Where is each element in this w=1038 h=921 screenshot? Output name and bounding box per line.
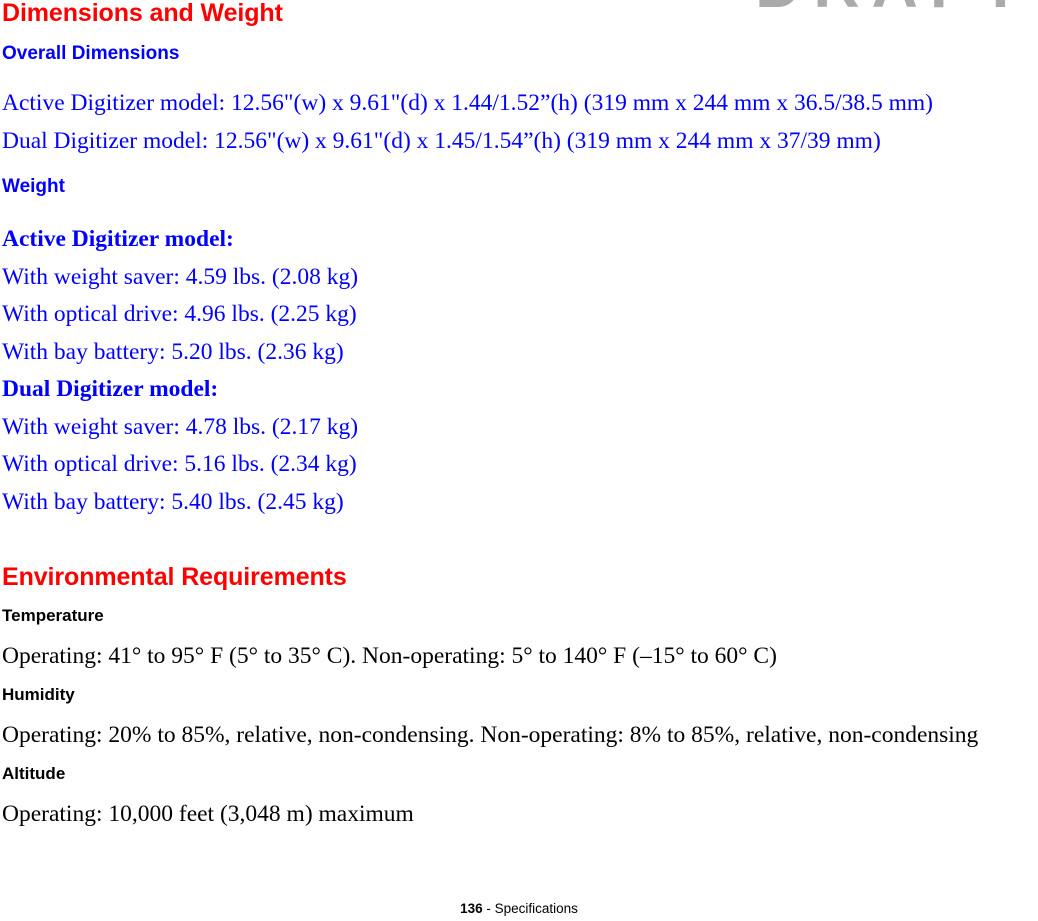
page-footer: 136 - Specifications: [0, 901, 1038, 917]
weight-line-dual-bay-battery: With bay battery: 5.40 lbs. (2.45 kg): [2, 488, 344, 515]
page-content: Dimensions and Weight Overall Dimensions…: [0, 0, 1038, 827]
document-page: DRAFT Dimensions and Weight Overall Dime…: [0, 0, 1038, 921]
footer-page-number: 136: [460, 901, 483, 916]
temperature-body: Operating: 41° to 95° F (5° to 35° C). N…: [2, 643, 777, 669]
weight-line-active-bay-battery: With bay battery: 5.20 lbs. (2.36 kg): [2, 338, 344, 365]
footer-separator: -: [482, 901, 495, 916]
subheading-temperature: Temperature: [2, 606, 104, 625]
overall-dimensions-line-dual: Dual Digitizer model: 12.56"(w) x 9.61"(…: [2, 127, 881, 154]
weight-line-active-weight-saver: With weight saver: 4.59 lbs. (2.08 kg): [2, 263, 359, 290]
subheading-overall-dimensions: Overall Dimensions: [2, 43, 180, 64]
section-title-environmental-requirements: Environmental Requirements: [2, 563, 347, 591]
altitude-body: Operating: 10,000 feet (3,048 m) maximum: [2, 801, 414, 827]
subheading-humidity: Humidity: [2, 685, 75, 704]
section-title-dimensions-and-weight: Dimensions and Weight: [2, 0, 283, 27]
footer-section-label: Specifications: [494, 901, 578, 916]
weight-group-label-dual-digitizer: Dual Digitizer model:: [2, 376, 219, 402]
weight-line-dual-optical-drive: With optical drive: 5.16 lbs. (2.34 kg): [2, 451, 357, 477]
weight-group-label-active-digitizer: Active Digitizer model:: [2, 226, 234, 252]
subheading-weight: Weight: [2, 176, 65, 197]
weight-line-active-optical-drive: With optical drive: 4.96 lbs. (2.25 kg): [2, 301, 357, 327]
subheading-altitude: Altitude: [2, 764, 66, 783]
humidity-body: Operating: 20% to 85%, relative, non-con…: [2, 722, 979, 748]
overall-dimensions-line-active: Active Digitizer model: 12.56"(w) x 9.61…: [2, 90, 933, 116]
weight-line-dual-weight-saver: With weight saver: 4.78 lbs. (2.17 kg): [2, 413, 359, 440]
